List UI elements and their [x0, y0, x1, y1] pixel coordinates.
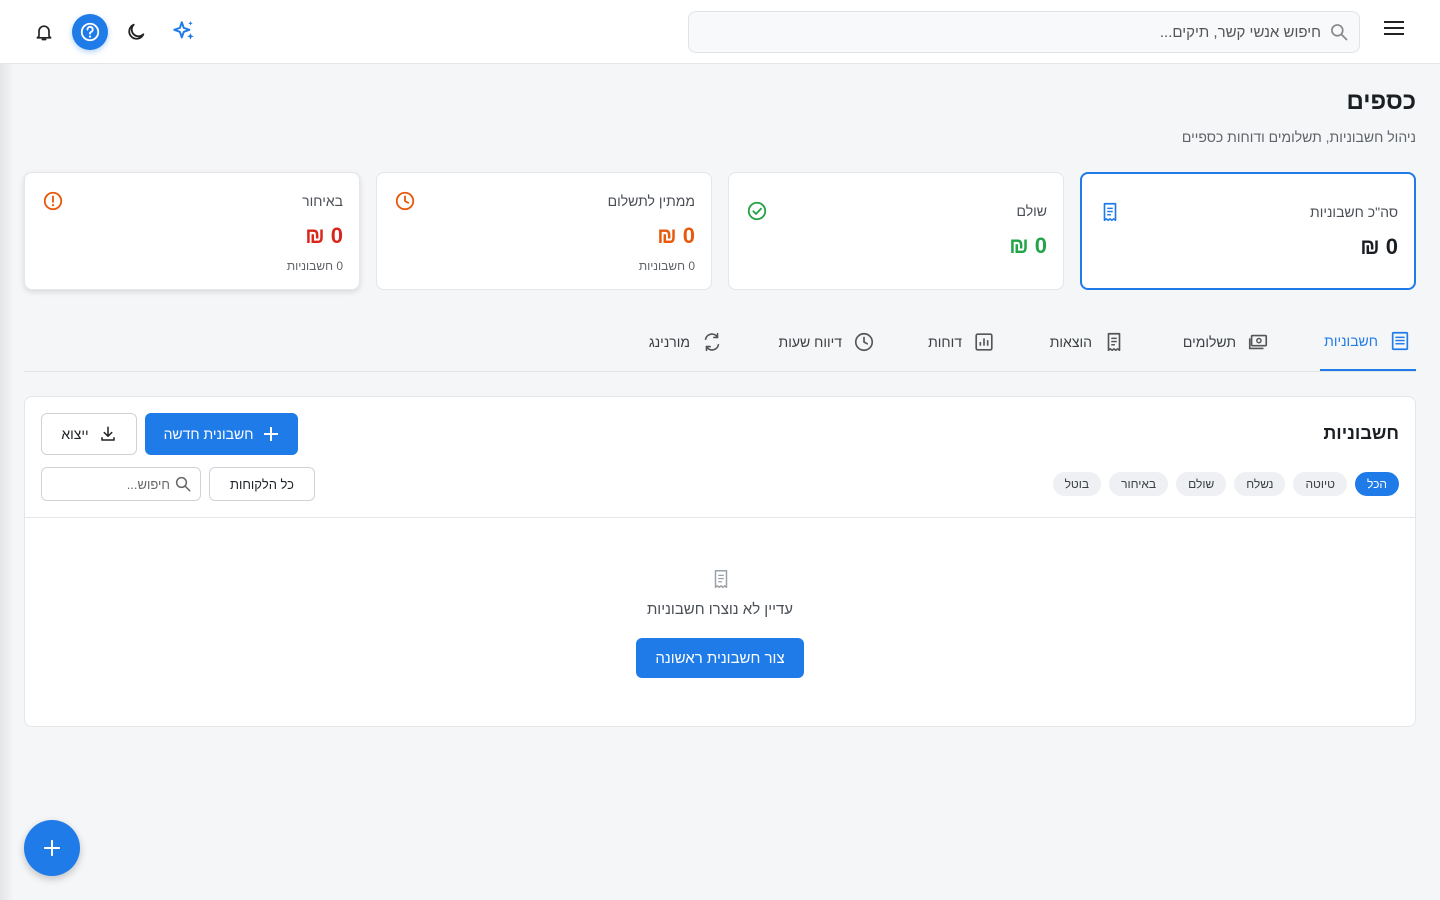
ai-sparkle-button[interactable]	[166, 14, 202, 50]
export-button[interactable]: ייצוא	[41, 413, 137, 455]
tab-payments[interactable]: תשלומים	[1183, 312, 1270, 371]
filter-chip-draft[interactable]: טיוטה	[1293, 472, 1347, 496]
receipt-icon	[1102, 330, 1126, 354]
left-edge-shadow	[0, 64, 14, 900]
stat-count: 0 חשבוניות	[286, 259, 343, 273]
tab-label: חשבוניות	[1324, 332, 1378, 349]
quick-add-button[interactable]	[24, 820, 80, 876]
stat-card-paid[interactable]: שולם 0 ₪	[728, 172, 1064, 290]
tab-invoices[interactable]: חשבוניות	[1320, 312, 1416, 371]
tab-label: דוחות	[928, 333, 962, 350]
filter-chip-cancelled[interactable]: בוטל	[1052, 472, 1102, 496]
new-invoice-label: חשבונית חדשה	[163, 426, 254, 442]
help-icon	[80, 22, 100, 42]
bar-chart-icon	[972, 330, 996, 354]
bell-icon	[36, 25, 52, 41]
clock-icon	[393, 189, 417, 213]
filter-chip-all[interactable]: הכל	[1354, 472, 1399, 496]
clock-icon	[852, 330, 876, 354]
list-icon	[1388, 329, 1412, 353]
search-icon	[1331, 24, 1348, 41]
download-icon	[100, 426, 115, 441]
plus-icon	[264, 427, 279, 441]
stat-count: 0 חשבוניות	[638, 259, 695, 273]
empty-state-text: עדיין לא נוצרו חשבוניות	[646, 601, 794, 618]
top-bar	[0, 0, 1440, 64]
tab-expenses[interactable]: הוצאות	[1050, 312, 1126, 371]
sync-icon	[700, 330, 724, 354]
tab-time-tracking[interactable]: דיווח שעות	[779, 312, 876, 371]
stat-card-total[interactable]: סה"כ חשבוניות 0 ₪	[1080, 172, 1416, 290]
tab-reports[interactable]: דוחות	[928, 312, 996, 371]
check-circle-icon	[745, 199, 769, 223]
invoice-search[interactable]	[41, 467, 201, 501]
panel-divider	[25, 517, 1415, 518]
stat-amount: 0 ₪	[1009, 233, 1047, 258]
filter-chip-sent[interactable]: נשלח	[1234, 472, 1286, 496]
help-button[interactable]	[72, 14, 108, 50]
menu-button[interactable]	[1380, 14, 1408, 42]
plus-icon	[44, 840, 60, 856]
status-filters: הכל טיוטה נשלח שולם באיחור בוטל	[1052, 472, 1399, 496]
stat-label: ממתין לתשלום	[607, 193, 695, 209]
tab-morning[interactable]: מורנינג	[649, 312, 724, 371]
tab-label: תשלומים	[1182, 333, 1236, 350]
notifications-button[interactable]	[26, 14, 62, 50]
new-invoice-button[interactable]: חשבונית חדשה	[145, 413, 298, 455]
page-title: כספים	[1346, 88, 1417, 115]
finance-tabs: חשבוניות תשלומים הוצאות דוחות דיווח שעות…	[24, 312, 1416, 372]
stat-amount: 0 ₪	[305, 223, 343, 248]
page-subtitle: ניהול חשבוניות, תשלומים ודוחות כספיים	[1181, 129, 1416, 145]
tab-label: מורנינג	[648, 333, 690, 350]
invoice-search-input[interactable]	[50, 476, 170, 492]
panel-title: חשבוניות	[1323, 423, 1399, 443]
create-first-invoice-button[interactable]: צור חשבונית ראשונה	[636, 638, 804, 678]
receipt-icon	[1098, 200, 1122, 224]
tab-label: הוצאות	[1049, 333, 1092, 350]
stat-amount: 0 ₪	[657, 223, 695, 248]
export-label: ייצוא	[61, 426, 89, 442]
stat-label: סה"כ חשבוניות	[1310, 204, 1398, 220]
search-icon	[175, 476, 191, 492]
alert-circle-icon	[41, 189, 65, 213]
menu-icon	[1384, 21, 1404, 35]
global-search-input[interactable]	[701, 23, 1321, 41]
empty-receipt-icon	[709, 567, 733, 591]
stat-card-pending[interactable]: ממתין לתשלום 0 ₪ 0 חשבוניות	[376, 172, 712, 290]
tab-label: דיווח שעות	[778, 333, 842, 350]
client-select[interactable]: כל הלקוחות	[209, 467, 315, 501]
payments-icon	[1246, 330, 1270, 354]
global-search[interactable]	[688, 11, 1360, 53]
filter-chip-paid[interactable]: שולם	[1176, 472, 1227, 496]
stat-card-overdue[interactable]: באיחור 0 ₪ 0 חשבוניות	[24, 172, 360, 290]
stat-amount: 0 ₪	[1360, 234, 1398, 259]
filter-chip-overdue[interactable]: באיחור	[1109, 472, 1169, 496]
dark-mode-toggle[interactable]	[118, 14, 154, 50]
stat-label: שולם	[1016, 203, 1048, 219]
moon-icon	[128, 23, 145, 40]
stat-label: באיחור	[302, 193, 343, 209]
invoices-panel: חשבוניות חשבונית חדשה ייצוא הכל טיוטה נש…	[24, 396, 1416, 727]
sparkle-icon	[173, 21, 194, 40]
